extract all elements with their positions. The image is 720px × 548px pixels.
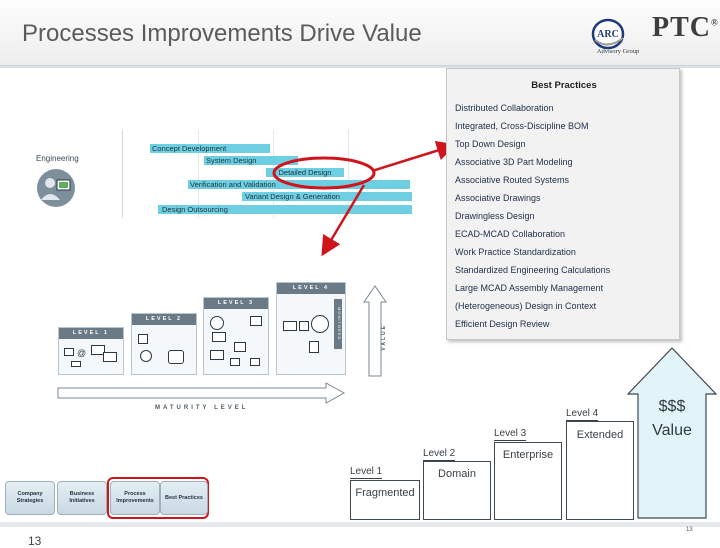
engineer-workstation-icon [37,169,75,207]
best-practice-item: Top Down Design [455,139,526,149]
best-practice-item: Drawingless Design [455,211,535,221]
value-label: Value [652,422,692,439]
best-practices-heading: Best Practices [531,80,597,91]
window-icon [210,350,224,360]
gear-icon [140,350,152,362]
nav-tab-company-strategies[interactable]: Company Strategies [5,481,55,515]
page-title: Processes Improvements Drive Value [22,20,422,47]
ptc-logo-mark: ® [711,17,719,28]
nav-tab-process-improvements[interactable]: Process Improvements [110,481,160,515]
arc-logo: ARC Advisory Group [591,18,639,55]
maturity-level-3-header: LEVEL 3 [204,298,268,309]
stair-level-4-label: Level 4 [566,408,599,421]
arc-logo-sub: Advisory Group [597,48,639,55]
window-icon [103,352,117,362]
page-number: 13 [686,527,693,533]
stair-step-enterprise-text: Enterprise [502,449,554,461]
window-icon [283,321,297,331]
best-practice-item: Associative Drawings [455,193,541,203]
database-icon [212,332,226,342]
footer-slide-number: 13 [28,534,42,548]
ptc-logo: PTC® [652,12,719,44]
value-axis-label: VALUE [381,324,387,351]
gear-icon [210,316,224,330]
value-dollar-signs: $$$ [658,398,686,415]
best-practice-item: Standardized Engineering Calculations [455,265,611,275]
stair-step-domain-text: Domain [438,468,476,480]
document-icon [299,321,309,331]
ptc-logo-text: PTC [652,12,711,43]
stair-level-1-label: Level 1 [350,466,383,479]
document-icon [64,348,74,356]
stair-step-extended-text: Extended [576,429,624,441]
best-practice-item: ECAD-MCAD Collaboration [455,229,566,239]
maturity-level-1-card: LEVEL 1 @ [58,327,124,375]
monitor-icon [250,316,262,326]
maturity-level-2-card: LEVEL 2 [131,313,197,375]
footer-bar [0,522,720,527]
gantt-bar-verification-validation: Verification and Validation [188,180,410,189]
best-practice-item: Work Practice Standardization [455,247,576,257]
network-hub-icon [311,315,329,333]
document-icon [138,334,148,344]
stair-step-fragmented-text: Fragmented [355,487,415,499]
engineering-label: Engineering [36,154,79,163]
maturity-level-axis-label: MATURITY LEVEL [155,405,249,411]
maturity-level-4-header: LEVEL 4 [277,283,345,294]
stair-level-2-label: Level 2 [423,448,456,461]
maturity-level-2-header: LEVEL 2 [132,314,196,325]
plug-icon [71,361,81,367]
stair-step-extended: Extended [566,421,634,520]
monitored-tag: MONITORED [334,299,342,349]
monitor-icon [250,358,260,366]
gantt-bar-design-outsourcing: Design Outsourcing [158,205,412,214]
gantt-bar-variant-design: Variant Design & Generation [242,192,412,201]
gantt-bar-system-design: System Design [204,156,298,165]
stair-step-enterprise: Enterprise [494,442,562,520]
gantt-bar-concept-development: Concept Development [150,144,270,153]
best-practices-panel: Best Practices Distributed Collaboration… [446,68,680,340]
best-practice-item: Distributed Collaboration [455,103,554,113]
best-practice-item: Associative 3D Part Modeling [455,157,573,167]
stair-step-fragmented: Fragmented [350,480,420,520]
stair-step-domain: Domain [423,461,491,520]
stair-level-3-label: Level 3 [494,428,527,441]
nav-tab-best-practices[interactable]: Best Practices [160,481,208,515]
maturity-axis-arrow [57,382,346,404]
engineering-gantt: Engineering Concept Development System D… [26,130,422,218]
maturity-level-3-card: LEVEL 3 [203,297,269,375]
maturity-level-4-card: LEVEL 4 MONITORED [276,282,346,375]
gantt-bar-detailed-design: Detailed Design [266,168,344,177]
best-practice-item: Integrated, Cross-Discipline BOM [455,121,589,131]
monitor-icon [234,342,246,352]
maturity-level-1-header: LEVEL 1 [59,328,123,339]
database-icon [168,350,184,364]
server-icon [309,341,319,353]
best-practice-item: Associative Routed Systems [455,175,570,185]
arc-logo-text: ARC [597,29,619,40]
best-practice-item: (Heterogeneous) Design in Context [455,301,597,311]
nav-tab-business-initiatives[interactable]: Business Initiatives [57,481,107,515]
best-practice-item: Large MCAD Assembly Management [455,283,604,293]
at-sign-icon: @ [77,348,87,358]
best-practice-item: Efficient Design Review [455,319,550,329]
monitor-icon [230,358,240,366]
